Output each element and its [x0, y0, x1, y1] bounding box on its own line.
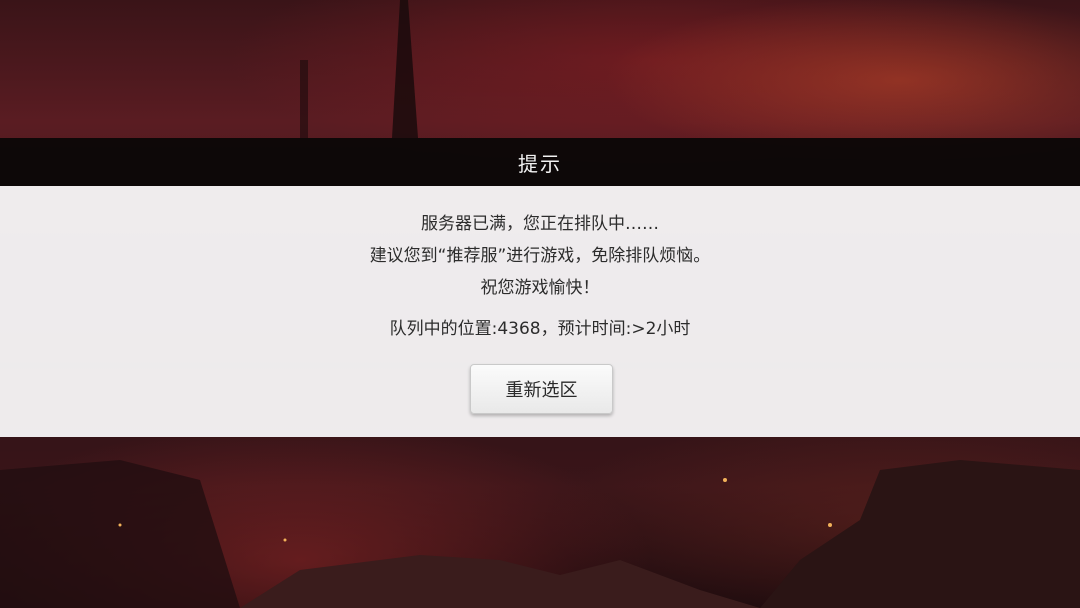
- spark-1: [723, 478, 727, 482]
- spark-4: [118, 523, 122, 527]
- server-full-message: 服务器已满，您正在排队中……: [421, 214, 659, 234]
- spark-2: [828, 523, 832, 527]
- pole-silhouette: [300, 60, 308, 138]
- queue-status-text: 队列中的位置:4368，预计时间:>2小时: [389, 319, 691, 339]
- dialog-title: 提示: [518, 151, 562, 176]
- dialog-title-bar: 提示: [0, 138, 1080, 186]
- tower-silhouette: [392, 0, 418, 138]
- recommend-server-message: 建议您到“推荐服”进行游戏，免除排队烦恼。: [369, 246, 711, 266]
- ruins-left: [0, 460, 240, 608]
- reselect-server-button-label: 重新选区: [505, 380, 578, 401]
- rock-right: [760, 460, 1080, 608]
- spark-3: [283, 538, 287, 542]
- rock-left: [240, 555, 760, 608]
- enjoy-game-message: 祝您游戏愉快！: [480, 278, 600, 298]
- reselect-server-button[interactable]: 重新选区: [470, 364, 613, 414]
